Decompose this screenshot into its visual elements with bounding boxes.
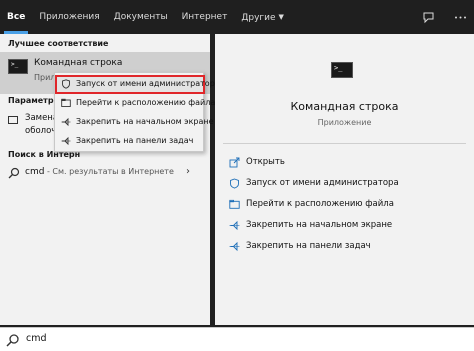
- web-search-item[interactable]: cmd - См. результаты в Интернете ›: [0, 162, 210, 184]
- best-match-title: Командная строка: [34, 58, 123, 68]
- details-title: Командная строка: [290, 100, 399, 113]
- action-label: Перейти к расположению файла: [246, 199, 394, 209]
- web-search-query: cmd: [25, 167, 45, 177]
- shield-icon: [229, 178, 240, 189]
- action-label: Открыть: [246, 157, 285, 167]
- folder-icon: [229, 199, 240, 210]
- chevron-down-icon: ▼: [278, 13, 284, 21]
- monitor-icon: [8, 116, 18, 124]
- context-pin-taskbar[interactable]: Закрепить на панели задач: [55, 132, 205, 151]
- tab-internet[interactable]: Интернет: [175, 0, 235, 34]
- open-icon: [229, 157, 240, 168]
- search-input[interactable]: cmd: [26, 333, 47, 344]
- tab-all[interactable]: Все: [0, 0, 32, 34]
- context-menu: Запуск от имени администратора Перейти к…: [54, 72, 220, 152]
- pin-icon: [229, 241, 240, 252]
- folder-icon: [61, 98, 71, 108]
- settings-header: Параметры: [8, 96, 61, 105]
- best-match-subtitle: Прил: [34, 73, 56, 82]
- web-search-subtitle: - См. результаты в Интернете: [44, 167, 174, 176]
- settings-result-line2: оболоч: [25, 126, 57, 136]
- pin-icon: [229, 220, 240, 231]
- tab-apps[interactable]: Приложения: [32, 0, 106, 34]
- chevron-right-icon[interactable]: ›: [186, 166, 190, 177]
- context-run-as-admin[interactable]: Запуск от имени администратора: [55, 75, 220, 94]
- context-item-label: Запуск от имени администратора: [76, 79, 220, 88]
- context-pin-start[interactable]: Закрепить на начальном экране: [55, 113, 214, 132]
- search-icon: [8, 167, 20, 179]
- search-bar[interactable]: cmd: [0, 327, 474, 351]
- best-match-header: Лучшее соответствие: [8, 39, 109, 48]
- command-prompt-icon: [8, 59, 28, 74]
- tab-other[interactable]: Другие ▼: [234, 0, 291, 34]
- pin-icon: [61, 136, 71, 146]
- pin-icon: [61, 117, 71, 127]
- search-icon: [6, 333, 20, 347]
- more-options-icon[interactable]: [452, 9, 468, 25]
- action-label: Закрепить на панели задач: [246, 241, 371, 251]
- action-label: Закрепить на начальном экране: [246, 220, 393, 230]
- context-item-label: Закрепить на начальном экране: [76, 117, 214, 126]
- shield-icon: [61, 79, 71, 89]
- action-label: Запуск от имени администратора: [246, 178, 399, 188]
- context-open-file-location[interactable]: Перейти к расположению файла: [55, 94, 215, 113]
- tab-documents[interactable]: Документы: [107, 0, 175, 34]
- details-subtitle: Приложение: [317, 118, 372, 127]
- top-tab-bar: Все Приложения Документы Интернет Другие…: [0, 0, 474, 34]
- divider: [223, 143, 466, 144]
- tab-other-label: Другие: [241, 13, 276, 23]
- details-panel: Командная строка Приложение Открыть Запу…: [215, 34, 474, 325]
- context-item-label: Перейти к расположению файла: [76, 98, 216, 107]
- command-prompt-icon: [331, 62, 353, 78]
- feedback-icon[interactable]: [420, 9, 436, 25]
- context-item-label: Закрепить на панели задач: [76, 136, 194, 145]
